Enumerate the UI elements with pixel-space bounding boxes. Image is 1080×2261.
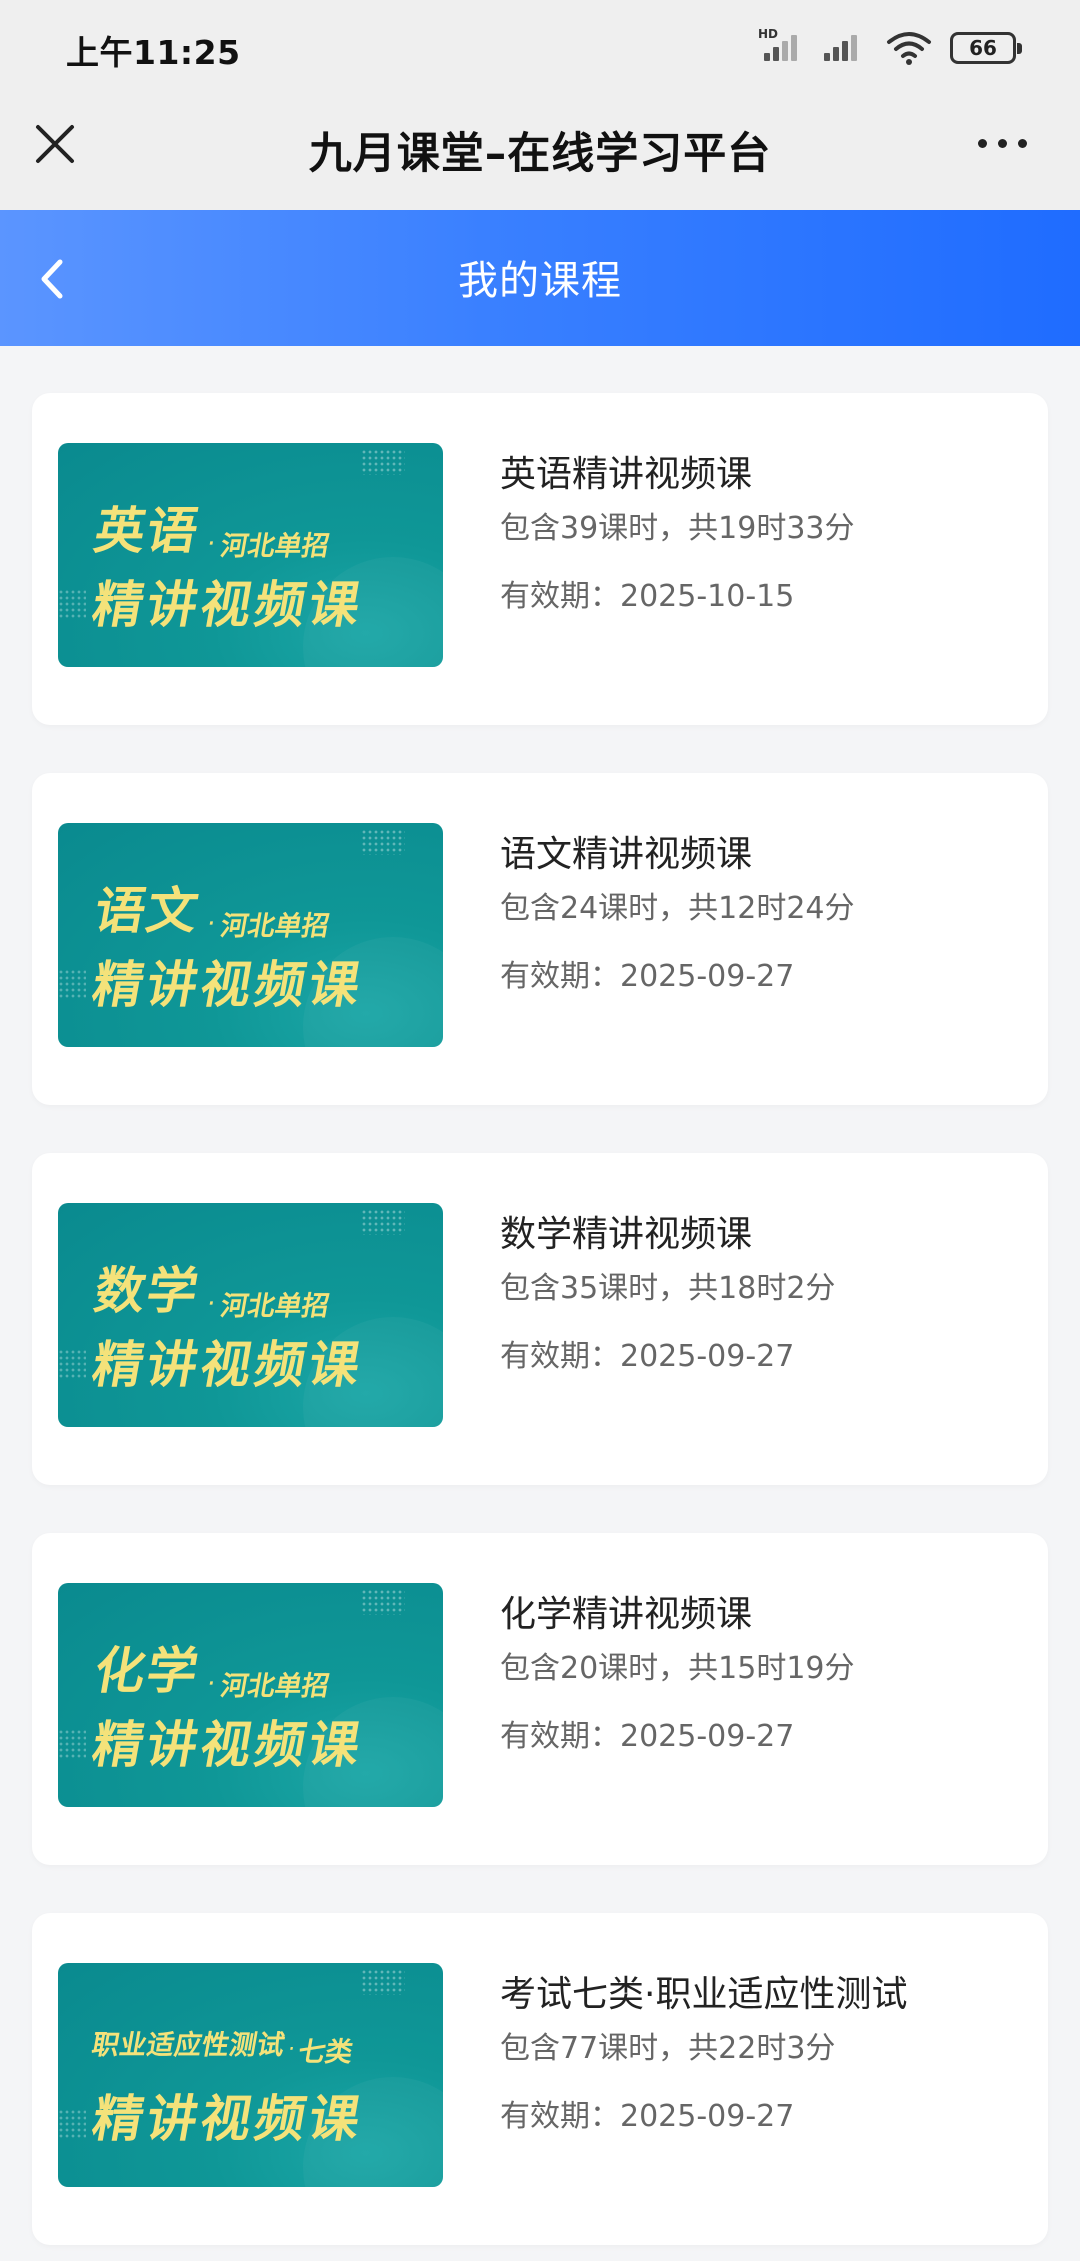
course-expiry: 有效期：2025-09-27 bbox=[500, 2099, 795, 2134]
course-meta: 包含35课时，共18时2分 bbox=[500, 1271, 836, 1306]
battery-icon: 66 bbox=[950, 32, 1022, 64]
course-info: 考试七类·职业适应性测试 包含77课时，共22时3分 有效期：2025-09-2… bbox=[500, 1973, 907, 2135]
thumb-main: 精讲视频课 bbox=[88, 2090, 369, 2148]
course-expiry: 有效期：2025-09-27 bbox=[500, 1339, 795, 1374]
course-list: 英语·河北单招 精讲视频课 英语精讲视频课 包含39课时，共19时33分 有效期… bbox=[32, 393, 1048, 2261]
thumb-main: 精讲视频课 bbox=[88, 576, 369, 634]
course-meta: 包含20课时，共15时19分 bbox=[500, 1651, 855, 1686]
title-bar: 九月课堂–在线学习平台 bbox=[0, 95, 1080, 210]
thumb-tag: 河北单招 bbox=[218, 911, 332, 942]
thumb-subject: 数学 bbox=[90, 1262, 205, 1320]
course-meta: 包含77课时，共22时3分 bbox=[500, 2031, 836, 2066]
thumb-tag: 河北单招 bbox=[218, 1671, 332, 1702]
thumb-main: 精讲视频课 bbox=[88, 1336, 369, 1394]
course-title: 化学精讲视频课 bbox=[500, 1594, 753, 1635]
battery-level: 66 bbox=[969, 36, 997, 60]
signal-icon-2 bbox=[822, 31, 868, 65]
thumb-tag: 河北单招 bbox=[218, 1291, 332, 1322]
thumb-tag: 七类 bbox=[295, 2037, 356, 2068]
course-thumbnail: 数学·河北单招 精讲视频课 bbox=[58, 1203, 443, 1427]
course-thumbnail: 英语·河北单招 精讲视频课 bbox=[58, 443, 443, 667]
course-card[interactable]: 化学·河北单招 精讲视频课 化学精讲视频课 包含20课时，共15时19分 有效期… bbox=[32, 1533, 1048, 1865]
thumb-subject: 化学 bbox=[90, 1642, 205, 1700]
course-expiry: 有效期：2025-10-15 bbox=[500, 579, 795, 614]
thumb-subject: 职业适应性测试 bbox=[89, 2030, 288, 2061]
course-title: 英语精讲视频课 bbox=[500, 454, 753, 495]
more-icon[interactable] bbox=[978, 133, 1038, 153]
wifi-icon bbox=[887, 32, 931, 65]
course-expiry: 有效期：2025-09-27 bbox=[500, 1719, 795, 1754]
hd-badge: HD bbox=[758, 27, 779, 41]
course-title: 考试七类·职业适应性测试 bbox=[500, 1974, 908, 2015]
course-card[interactable]: 数学·河北单招 精讲视频课 数学精讲视频课 包含35课时，共18时2分 有效期：… bbox=[32, 1153, 1048, 1485]
course-title: 数学精讲视频课 bbox=[500, 1214, 753, 1255]
course-info: 语文精讲视频课 包含24课时，共12时24分 有效期：2025-09-27 bbox=[500, 833, 855, 995]
course-info: 英语精讲视频课 包含39课时，共19时33分 有效期：2025-10-15 bbox=[500, 453, 855, 615]
page-header: 我的课程 bbox=[0, 210, 1080, 346]
course-meta: 包含39课时，共19时33分 bbox=[500, 511, 855, 546]
thumb-main: 精讲视频课 bbox=[88, 1716, 369, 1774]
course-card[interactable]: 英语·河北单招 精讲视频课 英语精讲视频课 包含39课时，共19时33分 有效期… bbox=[32, 393, 1048, 725]
status-bar: 上午11:25 HD 66 bbox=[0, 0, 1080, 95]
course-meta: 包含24课时，共12时24分 bbox=[500, 891, 855, 926]
signal-icon: HD bbox=[758, 27, 804, 65]
course-thumbnail: 语文·河北单招 精讲视频课 bbox=[58, 823, 443, 1047]
thumb-subject: 英语 bbox=[90, 502, 205, 560]
status-icons: HD 66 bbox=[758, 27, 1022, 68]
course-thumbnail: 职业适应性测试·七类 精讲视频课 bbox=[58, 1963, 443, 2187]
thumb-tag: 河北单招 bbox=[218, 531, 332, 562]
course-title: 语文精讲视频课 bbox=[500, 834, 753, 875]
course-info: 化学精讲视频课 包含20课时，共15时19分 有效期：2025-09-27 bbox=[500, 1593, 855, 1755]
page-title: 我的课程 bbox=[458, 258, 622, 304]
course-card[interactable]: 职业适应性测试·七类 精讲视频课 考试七类·职业适应性测试 包含77课时，共22… bbox=[32, 1913, 1048, 2245]
course-thumbnail: 化学·河北单招 精讲视频课 bbox=[58, 1583, 443, 1807]
status-time: 上午11:25 bbox=[66, 33, 241, 72]
course-info: 数学精讲视频课 包含35课时，共18时2分 有效期：2025-09-27 bbox=[500, 1213, 835, 1375]
thumb-main: 精讲视频课 bbox=[88, 956, 369, 1014]
course-expiry: 有效期：2025-09-27 bbox=[500, 959, 795, 994]
course-card[interactable]: 语文·河北单招 精讲视频课 语文精讲视频课 包含24课时，共12时24分 有效期… bbox=[32, 773, 1048, 1105]
app-title: 九月课堂–在线学习平台 bbox=[308, 129, 772, 179]
thumb-subject: 语文 bbox=[90, 882, 205, 940]
